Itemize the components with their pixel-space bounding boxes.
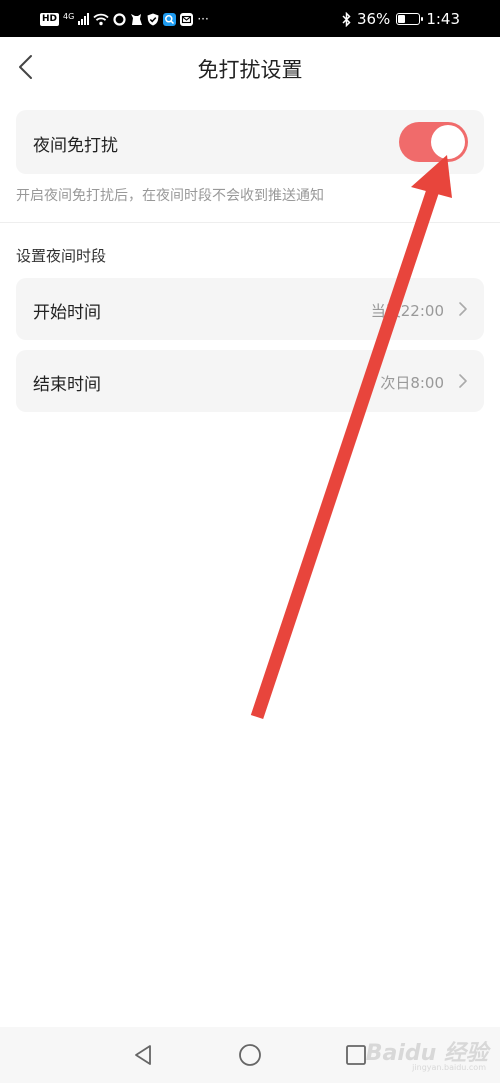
end-time-row[interactable]: 结束时间 次日8:00	[16, 350, 484, 412]
end-time-label: 结束时间	[33, 375, 101, 395]
battery-percent: 36%	[356, 10, 391, 28]
end-time-value: 次日8:00	[380, 374, 444, 392]
wifi-icon	[93, 13, 109, 25]
start-time-row[interactable]: 开始时间 当天22:00	[16, 278, 484, 340]
watermark-sub: jingyan.baidu.com	[412, 1063, 486, 1072]
status-left: HD 4G ···	[40, 9, 209, 29]
status-right: 36% 1:43	[342, 9, 460, 29]
shield-icon	[147, 13, 159, 25]
chevron-right-icon	[459, 302, 467, 316]
home-circle-icon[interactable]	[238, 1043, 262, 1067]
toggle-knob	[431, 125, 465, 159]
circle-icon	[113, 12, 126, 26]
night-dnd-toggle[interactable]	[399, 122, 468, 162]
start-time-value: 当天22:00	[370, 302, 444, 320]
app-header: 免打扰设置	[0, 37, 500, 99]
clock: 1:43	[426, 10, 460, 28]
recent-square-icon[interactable]	[344, 1043, 368, 1067]
signal-icon	[78, 13, 90, 25]
night-dnd-label: 夜间免打扰	[33, 136, 118, 156]
section-divider	[0, 222, 500, 223]
night-dnd-card: 夜间免打扰	[16, 110, 484, 174]
hd-icon: HD	[40, 12, 60, 26]
page-title: 免打扰设置	[197, 58, 303, 82]
more-icon: ···	[197, 12, 209, 26]
battery-icon	[396, 13, 424, 25]
bluetooth-icon	[342, 11, 351, 27]
system-nav-bar: Baidu 经验 jingyan.baidu.com	[0, 1027, 500, 1083]
status-bar: HD 4G ··· 36% 1:43	[0, 0, 500, 37]
search-app-icon	[163, 12, 177, 26]
chevron-right-icon	[459, 374, 467, 388]
section-title: 设置夜间时段	[16, 247, 107, 265]
start-time-label: 开始时间	[33, 303, 101, 323]
night-dnd-hint: 开启夜间免打扰后，在夜间时段不会收到推送通知	[16, 188, 324, 204]
network-type: 4G	[63, 11, 75, 21]
cat-icon	[131, 13, 143, 25]
back-triangle-icon[interactable]	[131, 1043, 155, 1067]
mail-icon	[180, 12, 194, 26]
